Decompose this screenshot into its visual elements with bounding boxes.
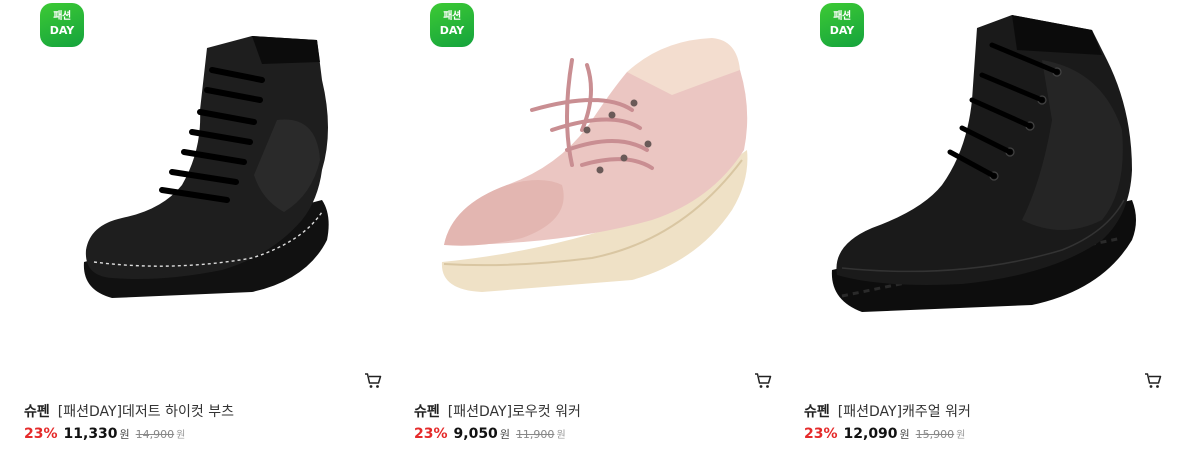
cart-icon[interactable] (1144, 372, 1162, 389)
product-image-pink-low-cut-walker[interactable]: 패션 DAY (412, 0, 782, 362)
original-currency-label: 원 (176, 430, 186, 441)
product-card[interactable]: 패션 DAY 슈펜 [패션DAY]데저트 하이컷 부츠 23% 11,330 원 14,… (22, 0, 392, 471)
sale-price: 12,090 (843, 426, 898, 442)
sneaker-illustration (441, 38, 748, 292)
product-card[interactable]: 패션 DAY 슈펜 [패션DAY]캐주얼 워커 23% 12,090 원 15,900 원 (802, 0, 1172, 471)
original-price: 14,900 (135, 428, 175, 441)
product-image-black-casual-walker[interactable]: 패션 DAY (802, 0, 1172, 362)
price-row: 23% 11,330 원 14,900 원 (24, 426, 185, 442)
product-title[interactable]: 슈펜 [패션DAY]데저트 하이컷 부츠 (24, 401, 234, 421)
cart-icon[interactable] (364, 372, 382, 389)
fashion-day-badge: 패션 DAY (430, 3, 474, 47)
fashion-day-badge: 패션 DAY (820, 3, 864, 47)
boot-illustration (831, 15, 1136, 312)
product-name: [패션DAY]캐주얼 워커 (837, 404, 971, 420)
discount-rate: 23% (24, 426, 58, 442)
cart-icon[interactable] (754, 372, 772, 389)
original-price: 15,900 (915, 428, 955, 441)
original-currency-label: 원 (556, 430, 566, 441)
product-brand: 슈펜 (804, 404, 830, 420)
original-price: 11,900 (515, 428, 555, 441)
product-name: [패션DAY]데저트 하이컷 부츠 (57, 404, 234, 420)
product-grid: 패션 DAY 슈펜 [패션DAY]데저트 하이컷 부츠 23% 11,330 원 14,… (0, 0, 1185, 471)
sale-price: 9,050 (453, 426, 498, 442)
product-brand: 슈펜 (24, 404, 50, 420)
product-brand: 슈펜 (414, 404, 440, 420)
discount-rate: 23% (414, 426, 448, 442)
currency-label: 원 (899, 428, 910, 441)
product-image-black-high-top-boot[interactable]: 패션 DAY (22, 0, 392, 362)
currency-label: 원 (119, 428, 130, 441)
product-title[interactable]: 슈펜 [패션DAY]로우컷 워커 (414, 401, 581, 421)
boot-illustration (83, 36, 329, 298)
fashion-day-badge: 패션 DAY (40, 3, 84, 47)
product-title[interactable]: 슈펜 [패션DAY]캐주얼 워커 (804, 401, 971, 421)
product-name: [패션DAY]로우컷 워커 (447, 404, 581, 420)
discount-rate: 23% (804, 426, 838, 442)
price-row: 23% 12,090 원 15,900 원 (804, 426, 965, 442)
sale-price: 11,330 (63, 426, 118, 442)
price-row: 23% 9,050 원 11,900 원 (414, 426, 566, 442)
currency-label: 원 (499, 428, 510, 441)
original-currency-label: 원 (956, 430, 966, 441)
product-card[interactable]: 패션 DAY 슈펜 [패션DAY]로우컷 워커 23% 9,050 원 11,900 원 (412, 0, 782, 471)
